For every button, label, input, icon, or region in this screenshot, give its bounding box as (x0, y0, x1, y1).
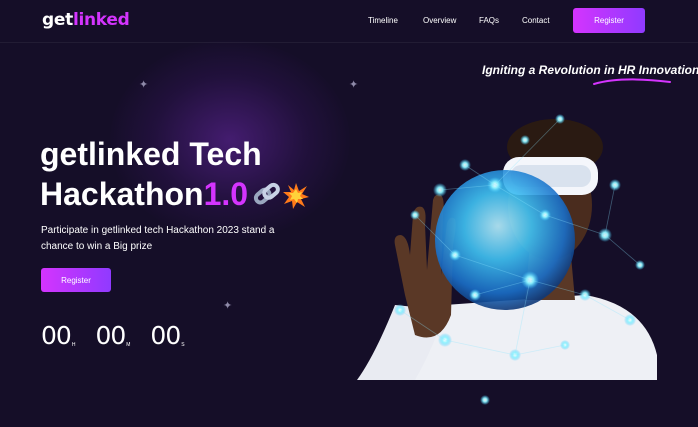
nav-timeline[interactable]: Timeline (368, 16, 398, 25)
nav-faqs[interactable]: FAQs (479, 16, 499, 25)
hero-title: getlinked Tech Hackathon1.0 (40, 134, 310, 214)
hero-vr-illustration (357, 114, 657, 405)
countdown-timer: 00 H 00 M 00 S (41, 322, 205, 350)
hero-title-version: 1.0 (203, 176, 249, 212)
sparkle-star-icon: ✦ (349, 79, 359, 91)
header-register-button[interactable]: Register (573, 8, 645, 33)
hero-title-line2: Hackathon1.0 (40, 174, 310, 214)
hero-description: Participate in getlinked tech Hackathon … (41, 225, 275, 252)
hero-register-button[interactable]: Register (41, 268, 111, 292)
countdown-minutes: 00 M (95, 321, 131, 350)
sparkle-star-icon: ✦ (139, 79, 149, 91)
tagline-underline (593, 78, 671, 85)
nav-contact[interactable]: Contact (522, 16, 550, 25)
tagline: Igniting a Revolution in HR Innovation (482, 63, 698, 77)
header-divider (0, 42, 698, 43)
countdown-seconds: 00 S (150, 321, 185, 350)
collision-burst-icon (283, 183, 310, 209)
logo[interactable]: getlinked (42, 10, 130, 30)
sparkle-star-icon: ✦ (223, 300, 233, 312)
nav-overview[interactable]: Overview (423, 16, 456, 25)
chain-link-icon (253, 182, 280, 205)
hero-title-line1: getlinked Tech (40, 136, 262, 172)
countdown-hours: 00 H (41, 321, 76, 350)
